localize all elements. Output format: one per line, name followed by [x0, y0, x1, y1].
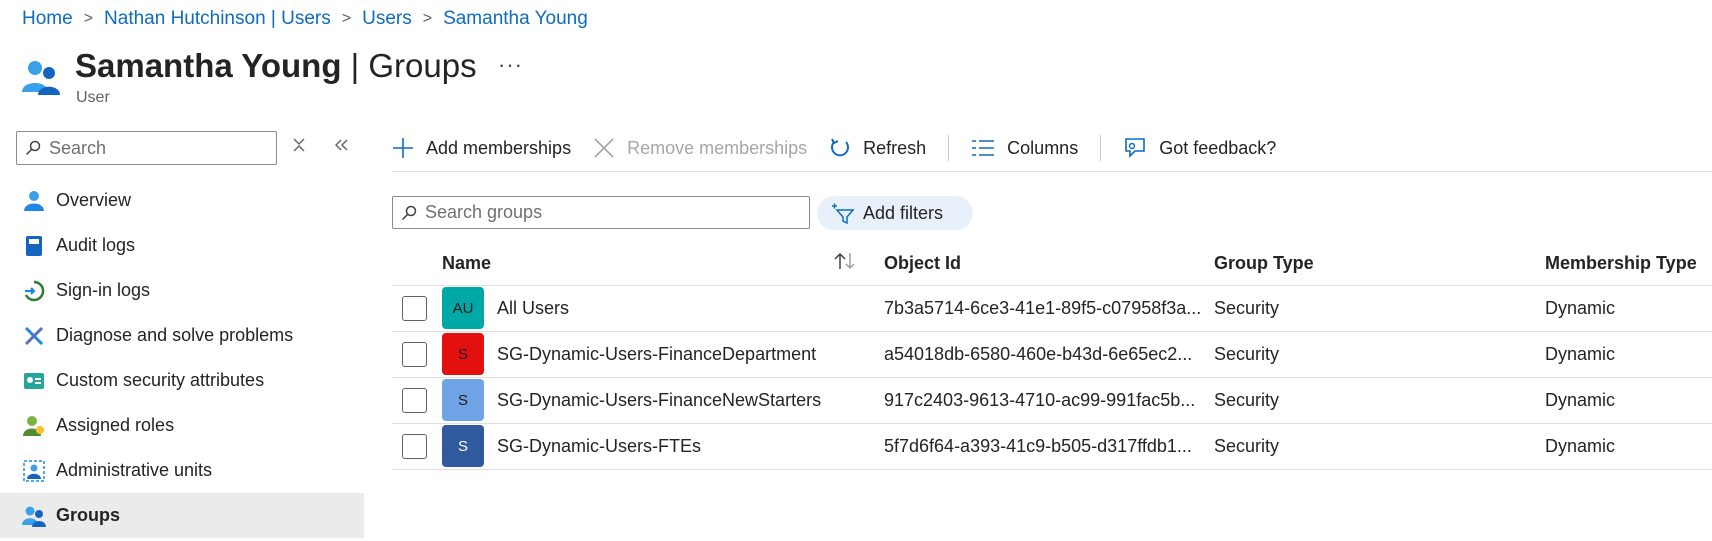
row-checkbox[interactable] — [402, 388, 427, 413]
feedback-icon — [1125, 138, 1146, 158]
membership-type-cell: Dynamic — [1545, 298, 1616, 318]
table-row[interactable]: S SG-Dynamic-Users-FinanceNewStarters 91… — [392, 378, 1712, 424]
object-id-cell: 917c2403-9613-4710-ac99-991fac5b... — [884, 390, 1196, 410]
nav-item-custom-security-attributes[interactable]: Custom security attributes — [0, 358, 364, 403]
menu-search-input[interactable] — [49, 137, 249, 159]
remove-memberships-button[interactable]: Remove memberships — [593, 137, 807, 159]
object-id-cell: 5f7d6f64-a393-41c9-b505-d317ffdb1... — [884, 436, 1192, 456]
search-icon — [25, 140, 41, 156]
resource-menu: Overview Audit logs Sign-in logs Diagnos… — [0, 178, 364, 538]
membership-type-cell: Dynamic — [1545, 344, 1616, 364]
columns-button[interactable]: Columns — [971, 138, 1078, 159]
nav-item-signin-logs[interactable]: Sign-in logs — [0, 268, 364, 313]
group-name-link[interactable]: SG-Dynamic-Users-FinanceNewStarters — [497, 390, 821, 411]
toolbar-divider — [948, 135, 950, 161]
chevron-right-icon: > — [83, 10, 94, 27]
signin-icon — [22, 279, 46, 303]
collapse-menu-icon[interactable] — [333, 137, 349, 158]
nav-item-audit-logs[interactable]: Audit logs — [0, 223, 364, 268]
feedback-button[interactable]: Got feedback? — [1123, 136, 1276, 160]
book-icon — [22, 234, 46, 258]
page-subtitle: User — [76, 89, 110, 106]
column-header-membership-type[interactable]: Membership Type — [1545, 253, 1697, 274]
chevron-right-icon: > — [422, 10, 433, 27]
table-row[interactable]: S SG-Dynamic-Users-FinanceDepartment a54… — [392, 332, 1712, 378]
row-checkbox[interactable] — [402, 296, 427, 321]
groups-search-input[interactable] — [425, 202, 625, 223]
group-type-cell: Security — [1214, 344, 1280, 364]
group-name-link[interactable]: SG-Dynamic-Users-FTEs — [497, 436, 701, 457]
group-avatar: S — [442, 333, 484, 375]
table-row[interactable]: AU All Users 7b3a5714-6ce3-41e1-89f5-c07… — [392, 286, 1712, 332]
sort-icon[interactable] — [832, 251, 858, 276]
object-id-cell: a54018db-6580-460e-b43d-6e65ec2... — [884, 344, 1193, 364]
groups-icon — [22, 504, 46, 528]
membership-type-cell: Dynamic — [1545, 436, 1616, 456]
table-header: Name Object Id Group Type Membership Typ… — [392, 241, 1712, 286]
breadcrumb-home[interactable]: Home — [22, 8, 73, 30]
membership-type-cell: Dynamic — [1545, 390, 1616, 410]
table-row[interactable]: S SG-Dynamic-Users-FTEs 5f7d6f64-a393-41… — [392, 424, 1712, 470]
nav-item-administrative-units[interactable]: Administrative units — [0, 448, 364, 493]
nav-item-overview[interactable]: Overview — [0, 178, 364, 223]
group-name-link[interactable]: SG-Dynamic-Users-FinanceDepartment — [497, 344, 816, 365]
filter-add-icon — [832, 203, 855, 224]
search-icon — [401, 205, 417, 220]
object-id-cell: 7b3a5714-6ce3-41e1-89f5-c07958f3a... — [884, 298, 1202, 318]
breadcrumb-tenant-users[interactable]: Nathan Hutchinson | Users — [104, 8, 331, 30]
group-type-cell: Security — [1214, 390, 1280, 410]
toolbar-divider — [1100, 135, 1102, 161]
breadcrumb-users[interactable]: Users — [362, 8, 412, 30]
group-name-link[interactable]: All Users — [497, 298, 569, 319]
breadcrumb: Home > Nathan Hutchinson | Users > Users… — [22, 8, 588, 30]
column-header-object-id[interactable]: Object Id — [884, 253, 961, 274]
roles-icon — [22, 414, 46, 438]
user-icon — [22, 189, 46, 213]
columns-icon — [972, 140, 995, 156]
plus-icon — [393, 138, 413, 158]
column-header-group-type[interactable]: Group Type — [1214, 253, 1314, 274]
add-memberships-button[interactable]: Add memberships — [392, 137, 571, 159]
nav-item-diagnose[interactable]: Diagnose and solve problems — [0, 313, 364, 358]
refresh-icon — [831, 138, 850, 157]
nav-item-groups[interactable]: Groups — [0, 493, 364, 538]
column-header-name[interactable]: Name — [442, 253, 491, 274]
wrench-icon — [22, 324, 46, 348]
groups-table: Name Object Id Group Type Membership Typ… — [392, 241, 1712, 470]
row-checkbox[interactable] — [402, 342, 427, 367]
groups-icon — [22, 61, 60, 95]
group-avatar: AU — [442, 287, 484, 329]
groups-search-box — [392, 196, 810, 229]
more-options-icon[interactable]: ··· — [498, 52, 523, 78]
group-type-cell: Security — [1214, 436, 1280, 456]
badge-icon — [22, 369, 46, 393]
nav-item-assigned-roles[interactable]: Assigned roles — [0, 403, 364, 448]
group-avatar: S — [442, 425, 484, 467]
breadcrumb-user[interactable]: Samantha Young — [443, 8, 588, 30]
clear-sort-icon[interactable] — [292, 137, 306, 158]
add-filters-button[interactable]: Add filters — [817, 196, 973, 230]
toolbar-divider-line — [392, 171, 1712, 172]
page-title: Samantha Young | Groups — [75, 47, 477, 84]
command-bar: Add memberships Remove memberships Refre… — [392, 130, 1298, 166]
group-avatar: S — [442, 379, 484, 421]
chevron-right-icon: > — [341, 10, 352, 27]
admin-units-icon — [22, 459, 46, 483]
refresh-button[interactable]: Refresh — [829, 137, 926, 159]
row-checkbox[interactable] — [402, 434, 427, 459]
menu-search-box — [16, 131, 277, 165]
close-icon — [594, 138, 614, 158]
group-type-cell: Security — [1214, 298, 1280, 318]
